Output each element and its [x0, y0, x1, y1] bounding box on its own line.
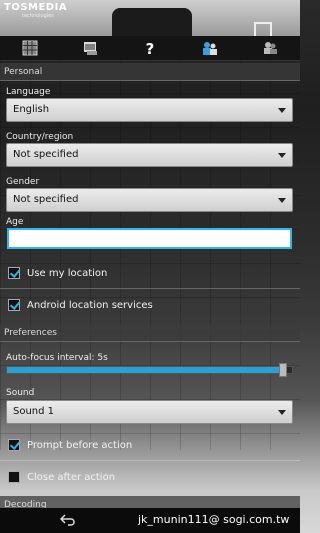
use-location-row[interactable]: Use my location: [8, 263, 107, 283]
grid-icon: [22, 40, 38, 56]
age-input[interactable]: [7, 228, 292, 249]
share-contacts-icon: [203, 42, 217, 55]
chevron-down-icon: [278, 153, 286, 158]
divider: [0, 460, 300, 461]
sound-value: Sound 1: [13, 406, 55, 417]
android-location-label: Android location services: [27, 299, 153, 311]
share-button[interactable]: [180, 36, 240, 60]
language-value: English: [13, 104, 50, 115]
android-location-checkbox[interactable]: [8, 299, 20, 311]
people-icon: [264, 42, 277, 54]
prompt-before-action-checkbox[interactable]: [8, 439, 20, 451]
back-icon[interactable]: [60, 514, 76, 526]
close-after-action-checkbox[interactable]: [8, 471, 20, 483]
divider: [0, 288, 300, 289]
svg-text:?: ?: [146, 40, 155, 56]
top-bar: TOSMEDIA technologies: [0, 0, 300, 36]
history-button[interactable]: [60, 36, 120, 60]
system-nav-bar: jk_munin111@ sogi.com.tw: [0, 508, 300, 533]
fullscreen-tab[interactable]: [112, 8, 272, 36]
help-button[interactable]: ?: [120, 36, 180, 60]
toolbar: ?: [0, 36, 300, 61]
language-label: Language: [6, 87, 51, 97]
fullscreen-icon[interactable]: [254, 22, 272, 36]
section-header-personal: Personal: [0, 63, 300, 81]
age-label: Age: [6, 217, 24, 227]
prompt-before-action-label: Prompt before action: [27, 439, 133, 451]
country-select[interactable]: Not specified: [6, 143, 293, 167]
sound-select[interactable]: Sound 1: [6, 400, 293, 424]
close-after-action-row[interactable]: Close after action: [8, 467, 115, 487]
app-logo-subtitle: technologies: [22, 13, 54, 19]
section-header-preferences: Preferences: [0, 324, 300, 342]
country-label: Country/region: [6, 132, 74, 142]
watermark-text: jk_munin111@ sogi.com.tw: [138, 513, 290, 526]
gender-label: Gender: [6, 177, 40, 187]
app-logo: TOSMEDIA: [4, 2, 68, 13]
sound-label: Sound: [6, 388, 35, 398]
autofocus-slider-thumb[interactable]: [279, 363, 288, 377]
autofocus-slider[interactable]: [6, 363, 293, 377]
chevron-down-icon: [278, 198, 286, 203]
close-after-action-label: Close after action: [27, 471, 116, 483]
gender-value: Not specified: [13, 194, 79, 205]
language-select[interactable]: English: [6, 98, 293, 122]
gender-select[interactable]: Not specified: [6, 188, 293, 212]
prompt-before-action-row[interactable]: Prompt before action: [8, 435, 132, 455]
help-icon: ?: [146, 40, 155, 56]
grid-button[interactable]: [0, 36, 60, 60]
chevron-down-icon: [278, 108, 286, 113]
autofocus-label: Auto-focus interval: 5s: [6, 353, 108, 363]
autofocus-slider-fill: [7, 367, 284, 373]
use-location-checkbox[interactable]: [8, 267, 20, 279]
people-button[interactable]: [240, 36, 300, 60]
android-location-row[interactable]: Android location services: [8, 295, 153, 315]
use-location-label: Use my location: [27, 267, 108, 279]
barcode-history-icon: [84, 42, 97, 55]
country-value: Not specified: [13, 149, 79, 160]
chevron-down-icon: [278, 410, 286, 415]
